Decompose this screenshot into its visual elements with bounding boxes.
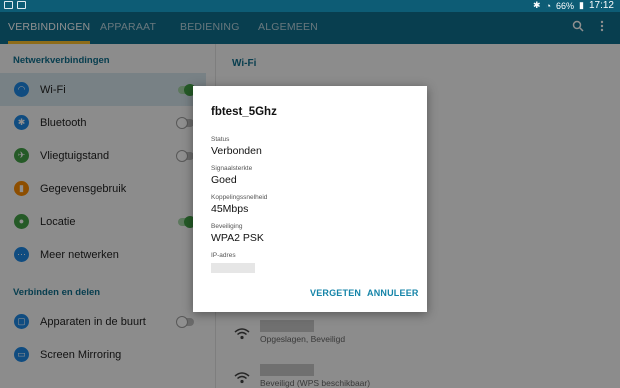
security-value: WPA2 PSK (211, 232, 264, 244)
bluetooth-status-icon: ✱ (533, 0, 541, 10)
status-value: Verbonden (211, 145, 262, 157)
link-speed-label: Koppelingssnelheid (211, 194, 268, 201)
dialog-title: fbtest_5Ghz (211, 106, 277, 118)
battery-percent: 66% (556, 0, 575, 11)
network-info-dialog: fbtest_5Ghz Status Verbonden Signaalster… (193, 86, 427, 312)
signal-strength-value: Goed (211, 174, 237, 186)
forget-button[interactable]: VERGETEN (310, 288, 361, 298)
wifi-status-icon: ◔ (545, 0, 551, 11)
sim-icon (4, 1, 13, 9)
status-bar: ✱ ◔ 66% ▮ 17:12 (0, 0, 620, 12)
ip-address-value (211, 263, 255, 273)
ip-address-label: IP-adres (211, 252, 236, 259)
cancel-button[interactable]: ANNULEER (367, 288, 419, 298)
signal-strength-label: Signaalsterkte (211, 165, 253, 172)
clock: 17:12 (588, 0, 614, 11)
security-label: Beveiliging (211, 223, 243, 230)
status-label: Status (211, 136, 230, 143)
battery-icon: ▮ (579, 0, 584, 10)
image-icon (17, 1, 26, 9)
link-speed-value: 45Mbps (211, 203, 249, 215)
